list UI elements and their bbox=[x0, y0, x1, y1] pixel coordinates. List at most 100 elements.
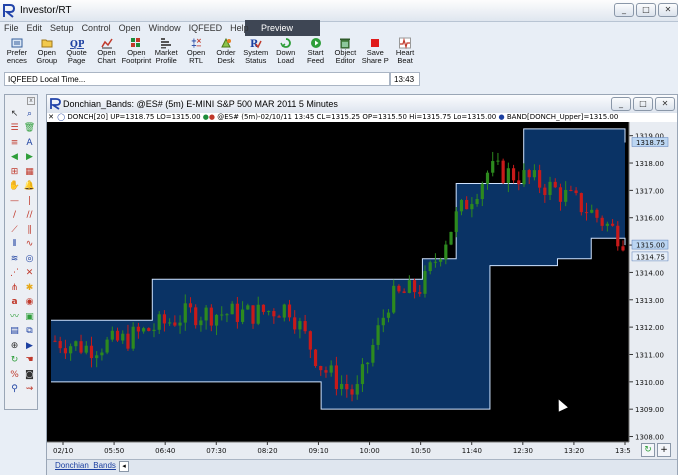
app-logo-icon bbox=[3, 4, 15, 18]
main-toolbar: Prefer ences Open Group QP Quote Page Op… bbox=[2, 36, 420, 72]
candle-body bbox=[115, 330, 120, 341]
open-footprint-button[interactable]: Open Footprint bbox=[121, 36, 151, 72]
play-tool-icon[interactable]: ▶ bbox=[22, 339, 37, 354]
close-button[interactable]: ✕ bbox=[658, 3, 678, 17]
star-tool-icon[interactable]: ✱ bbox=[22, 281, 37, 296]
quote-page-button[interactable]: QP Quote Page bbox=[62, 36, 92, 72]
legend-close-button[interactable]: ✕ bbox=[47, 113, 55, 122]
parallel-tool-icon[interactable]: ∥ bbox=[22, 223, 37, 238]
text-a-tool-icon[interactable]: a bbox=[7, 296, 22, 311]
cross-tool-icon[interactable]: ✕ bbox=[22, 267, 37, 282]
arrow-left-icon[interactable]: ◀ bbox=[7, 151, 22, 166]
camera-tool-icon[interactable]: ◙ bbox=[22, 368, 37, 383]
candle-body bbox=[553, 181, 557, 188]
spiral-tool-icon[interactable]: ◎ bbox=[22, 252, 37, 267]
save-share-button[interactable]: Save Share P bbox=[360, 36, 390, 72]
candle-body bbox=[209, 307, 213, 326]
candle-body bbox=[105, 339, 109, 353]
grid-tool-icon[interactable]: ▦ bbox=[22, 165, 37, 180]
text-tool-icon[interactable]: A bbox=[22, 136, 37, 151]
refresh-chart-button[interactable]: ↻ bbox=[641, 443, 655, 457]
legend-donch[interactable]: DONCH[20] UP=1318.75 LO=1315.00 bbox=[67, 113, 200, 121]
object-editor-button[interactable]: Object Editor bbox=[330, 36, 360, 72]
menu-open[interactable]: Open bbox=[115, 22, 145, 36]
pitchfork-tool-icon[interactable]: ⋔ bbox=[7, 281, 22, 296]
candle-body bbox=[53, 340, 57, 342]
vline-tool-icon[interactable]: | bbox=[22, 194, 37, 209]
chart-plot-area[interactable]: 1319.001318.001317.001316.001315.001314.… bbox=[47, 122, 677, 459]
object-editor-label: Object Editor bbox=[334, 48, 357, 65]
hand-tool-icon[interactable]: ✋ bbox=[7, 180, 22, 195]
wave-tool-icon[interactable]: 〰 bbox=[7, 310, 22, 325]
gann-tool-icon[interactable]: ⊞ bbox=[7, 165, 22, 180]
tab-scroll-left-button[interactable]: ◂ bbox=[119, 461, 129, 472]
x-axis-label: 11:40 bbox=[462, 447, 482, 455]
chart-maximize-button[interactable]: □ bbox=[633, 97, 653, 111]
target-tool-icon[interactable]: ◉ bbox=[22, 296, 37, 311]
candle-body bbox=[491, 161, 495, 173]
refresh-tool-icon[interactable]: ↻ bbox=[7, 354, 22, 369]
start-feed-button[interactable]: Start Feed bbox=[301, 36, 331, 72]
search-tool-icon[interactable]: ⚲ bbox=[7, 383, 22, 398]
refresh-icon: ↻ bbox=[644, 445, 652, 455]
zoom-in-button[interactable]: + bbox=[657, 443, 671, 457]
magnify-tool-icon[interactable]: ⊕ bbox=[7, 339, 22, 354]
menu-control[interactable]: Control bbox=[78, 22, 115, 36]
minimize-button[interactable]: _ bbox=[614, 3, 634, 17]
y-axis-label: 1308.00 bbox=[635, 434, 664, 442]
heartbeat-button[interactable]: Heart Beat bbox=[390, 36, 420, 72]
regression-tool-icon[interactable]: ≋ bbox=[7, 252, 22, 267]
cycle-tool-icon[interactable]: ∿ bbox=[22, 238, 37, 253]
pointer-tool-icon[interactable]: ↖ bbox=[7, 107, 22, 122]
trash-icon[interactable]: 🗑 bbox=[22, 122, 37, 137]
note-tool-icon[interactable]: ▤ bbox=[7, 325, 22, 340]
copy-tool-icon[interactable]: ⧉ bbox=[22, 325, 37, 340]
x-axis-label: 13:5 bbox=[615, 447, 631, 455]
candle-body bbox=[538, 170, 542, 188]
maximize-button[interactable]: □ bbox=[636, 3, 656, 17]
ray-tool-icon[interactable]: ⟋ bbox=[7, 223, 22, 238]
lines-tool-icon[interactable]: ☰ bbox=[7, 122, 22, 137]
menu-edit[interactable]: Edit bbox=[23, 22, 47, 36]
market-profile-button[interactable]: Market Profile bbox=[151, 36, 181, 72]
legend-band[interactable]: BAND[DONCH_Upper]=1315.00 bbox=[507, 113, 618, 121]
arrow-right-icon[interactable]: ▶ bbox=[22, 151, 37, 166]
fan-tool-icon[interactable]: ⋰ bbox=[7, 267, 22, 282]
y-axis-label: 1313.00 bbox=[635, 297, 664, 305]
open-rtl-button[interactable]: + × ÷ − Open RTL bbox=[181, 36, 211, 72]
download-button[interactable]: Down Load bbox=[271, 36, 301, 72]
open-group-button[interactable]: Open Group bbox=[32, 36, 62, 72]
link-tool-icon[interactable]: ⇝ bbox=[22, 383, 37, 398]
chart-close-button[interactable]: ✕ bbox=[655, 97, 675, 111]
preview-panel[interactable]: Preview bbox=[245, 20, 320, 36]
tab-donchian-bands[interactable]: Donchian_Bands bbox=[55, 461, 116, 470]
y-axis-label: 1316.00 bbox=[635, 215, 664, 223]
menu-iqfeed[interactable]: IQFEED bbox=[185, 22, 227, 36]
candle-body bbox=[616, 225, 620, 247]
chart-window-titlebar[interactable]: Donchian_Bands: @ES# (5m) E-MINI S&P 500… bbox=[47, 95, 677, 113]
system-status-button[interactable]: R System Status bbox=[241, 36, 271, 72]
percent-tool-icon[interactable]: % bbox=[7, 368, 22, 383]
candle-body bbox=[240, 309, 245, 322]
candle-body bbox=[345, 383, 349, 390]
legend-price[interactable]: @ES# (5m)-02/10/11 13:45 CL=1315.25 OP=1… bbox=[217, 113, 496, 121]
chart-minimize-button[interactable]: _ bbox=[611, 97, 631, 111]
channel-tool-icon[interactable]: // bbox=[22, 209, 37, 224]
menu-window[interactable]: Window bbox=[145, 22, 185, 36]
menu-file[interactable]: File bbox=[0, 22, 23, 36]
fib-tool-icon[interactable]: ≡ bbox=[7, 136, 22, 151]
hand-pan-tool-icon[interactable]: ☚ bbox=[22, 354, 37, 369]
panel-close-icon[interactable]: x bbox=[27, 97, 35, 105]
vbars-tool-icon[interactable]: ⫴ bbox=[7, 238, 22, 253]
open-chart-button[interactable]: Open Chart bbox=[92, 36, 122, 72]
menu-help[interactable]: Help bbox=[226, 22, 253, 36]
hline-tool-icon[interactable]: — bbox=[7, 194, 22, 209]
chart-box-tool-icon[interactable]: ▣ bbox=[22, 310, 37, 325]
menu-bar: File Edit Setup Control Open Window IQFE… bbox=[0, 22, 250, 36]
bell-icon[interactable]: 🔔 bbox=[22, 180, 37, 195]
zoom-tool-icon[interactable]: ⌕ bbox=[22, 107, 37, 122]
order-desk-button[interactable]: Order Desk bbox=[211, 36, 241, 72]
preferences-button[interactable]: Prefer ences bbox=[2, 36, 32, 72]
menu-setup[interactable]: Setup bbox=[46, 22, 78, 36]
trendline-tool-icon[interactable]: / bbox=[7, 209, 22, 224]
